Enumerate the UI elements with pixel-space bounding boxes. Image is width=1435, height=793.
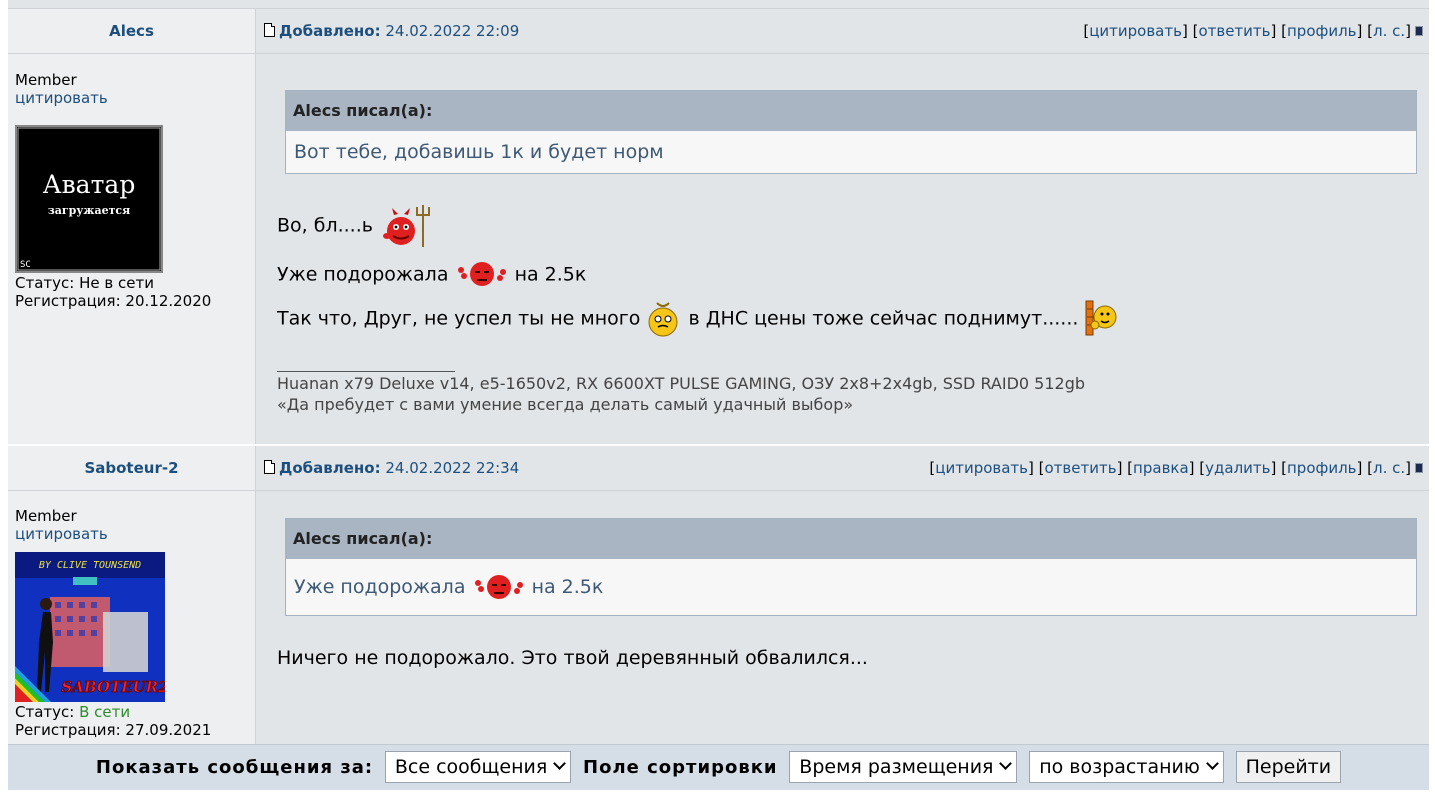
reg-value: 27.09.2021 (125, 721, 212, 739)
devil-smiley-icon (383, 205, 431, 247)
reply-action[interactable]: ответить (1045, 459, 1117, 477)
status-label: Статус: (15, 274, 75, 292)
signature-divider (277, 371, 455, 372)
added-label: Добавлено: (279, 22, 381, 40)
quote-body: Уже подорожала на 2.5к (286, 559, 1416, 615)
quote-user-link[interactable]: цитировать (15, 525, 108, 543)
message-line-2: Уже подорожала на 2.5к (277, 260, 586, 290)
select-chevron-icon (553, 757, 567, 770)
sign-smiley-icon (1085, 300, 1117, 336)
reg-value: 20.12.2020 (125, 292, 212, 310)
message-text: Ничего не подорожало. Это твой деревянны… (277, 647, 868, 669)
user-info: Member цитировать (15, 71, 108, 107)
reg-label: Регистрация: (15, 721, 121, 739)
status-label: Статус: (15, 703, 75, 721)
avatar[interactable]: BY CLIVE TOUNSEND SABOTEUR2 (15, 552, 169, 702)
post-saboteur: Saboteur-2 Добавлено: 24.02.2022 22:34 [… (8, 444, 1429, 745)
quote-block: Alecs писал(а): Уже подорожала на 2.5к (285, 518, 1417, 616)
post-date: 24.02.2022 22:34 (385, 459, 520, 477)
reg-label: Регистрация: (15, 292, 121, 310)
signature: Huanan x79 Deluxe v14, e5-1650v2, RX 660… (277, 373, 1085, 415)
profile-action[interactable]: профиль (1287, 459, 1357, 477)
sort-order-select[interactable]: по возрастанию (1029, 751, 1224, 783)
user-status: Статус: Не в сети Регистрация: 20.12.202… (15, 274, 211, 310)
sort-label: Поле сортировки (583, 756, 778, 778)
sort-field-select[interactable]: Время размещения (789, 751, 1018, 783)
message-line-1: Во, бл....ь (277, 203, 431, 249)
top-border (8, 0, 1429, 9)
user-rank: Member (15, 507, 77, 525)
signature-line-2: «Да пребудет с вами умение всегда делать… (277, 395, 854, 414)
message-line-3: Так что, Друг, не успел ты не много в ДН… (277, 299, 1120, 339)
status-value: В сети (79, 703, 131, 721)
author-name[interactable]: Saboteur-2 (8, 446, 255, 490)
added-label: Добавлено: (279, 459, 381, 477)
post-header: Добавлено: 24.02.2022 22:09 [цитировать]… (264, 9, 1423, 53)
show-label: Показать сообщения за: (95, 756, 374, 778)
user-status: Статус: В сети Регистрация: 27.09.2021 (15, 703, 211, 739)
author-name[interactable]: Alecs (8, 9, 255, 53)
post-actions: [цитировать] [ответить] [профиль] [л. с.… (1083, 9, 1423, 53)
avatar-text-sub: загружается (48, 204, 131, 217)
sort-bar: Показать сообщения за: Все сообщения Пол… (8, 744, 1429, 790)
sad-smiley-icon (474, 574, 523, 599)
post-document-icon (264, 460, 275, 474)
post-document-icon (264, 23, 275, 37)
sad-smiley-icon (457, 262, 506, 286)
post-date: 24.02.2022 22:09 (385, 22, 520, 40)
pm-action[interactable]: л. с. (1373, 459, 1405, 477)
dizzy-smiley-icon (648, 302, 678, 337)
quote-header: Alecs писал(а): (286, 519, 1416, 559)
post-actions: [цитировать] [ответить] [правка] [удалит… (929, 446, 1423, 490)
user-rank: Member (15, 71, 77, 89)
profile-square-icon[interactable] (1415, 463, 1423, 473)
sort-controls: Показать сообщения за: Все сообщения Пол… (8, 751, 1429, 783)
quote-action[interactable]: цитировать (935, 459, 1028, 477)
profile-action[interactable]: профиль (1287, 22, 1357, 40)
avatar-corner: SC (20, 260, 31, 270)
avatar-banner: BY CLIVE TOUNSEND (39, 560, 141, 571)
go-button[interactable]: Перейти (1235, 751, 1342, 783)
edit-action[interactable]: правка (1133, 459, 1189, 477)
delete-action[interactable]: удалить (1205, 459, 1270, 477)
quote-header: Alecs писал(а): (286, 91, 1416, 131)
user-info: Member цитировать (15, 507, 108, 543)
select-chevron-icon (999, 757, 1013, 770)
select-chevron-icon (1205, 757, 1219, 770)
avatar[interactable]: Аватар загружается SC (15, 125, 163, 273)
quote-user-link[interactable]: цитировать (15, 89, 108, 107)
avatar-logo: SABOTEUR2 (61, 678, 165, 696)
pm-action[interactable]: л. с. (1373, 22, 1405, 40)
post-alecs: Alecs Добавлено: 24.02.2022 22:09 [цитир… (8, 9, 1429, 444)
post-header: Добавлено: 24.02.2022 22:34 [цитировать]… (264, 446, 1423, 490)
forum-thread: Alecs Добавлено: 24.02.2022 22:09 [цитир… (8, 0, 1429, 745)
status-value: Не в сети (79, 274, 154, 292)
quote-body: Вот тебе, добавишь 1к и будет норм (294, 141, 664, 163)
show-period-select[interactable]: Все сообщения (384, 751, 572, 783)
signature-line-1: Huanan x79 Deluxe v14, e5-1650v2, RX 660… (277, 374, 1086, 393)
quote-action[interactable]: цитировать (1089, 22, 1182, 40)
avatar-text-main: Аватар (43, 170, 136, 199)
profile-square-icon[interactable] (1415, 26, 1423, 36)
reply-action[interactable]: ответить (1198, 22, 1270, 40)
quote-block: Alecs писал(а): Вот тебе, добавишь 1к и … (285, 90, 1417, 174)
